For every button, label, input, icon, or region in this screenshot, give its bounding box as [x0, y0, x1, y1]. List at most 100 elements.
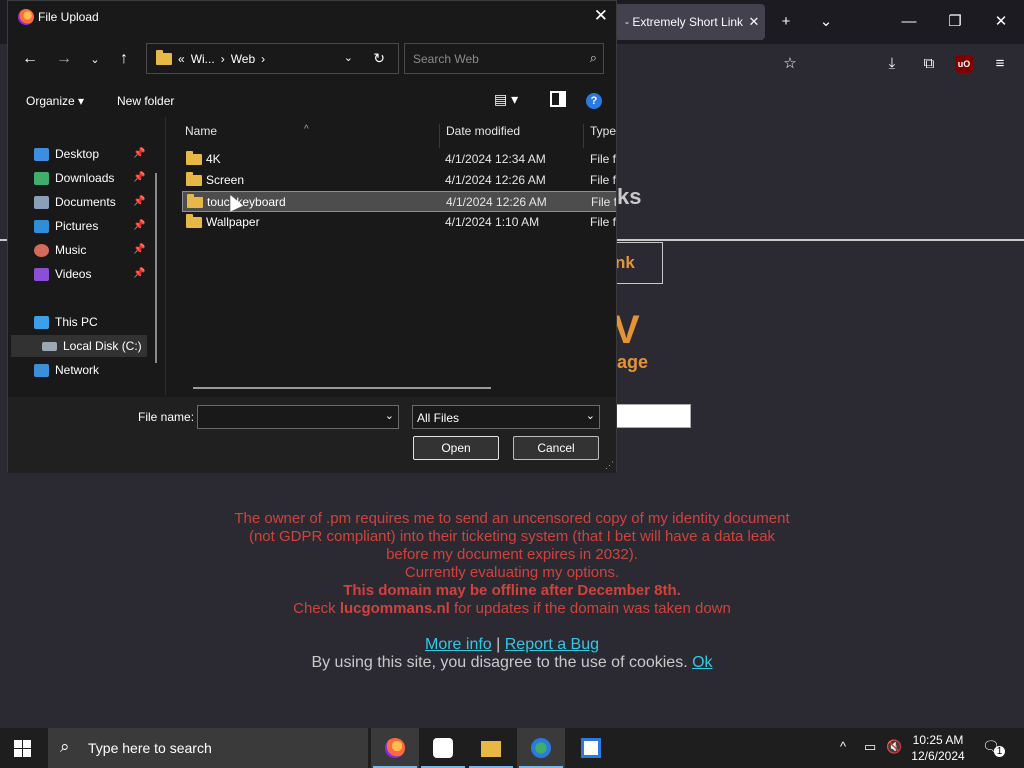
file-name: Screen [206, 173, 245, 187]
horizontal-scrollbar[interactable] [193, 387, 491, 389]
local-disk-icon [42, 342, 57, 351]
volume-muted-icon[interactable]: 🔇 [886, 739, 902, 755]
nav-item-pictures[interactable]: Pictures 📌 [8, 215, 158, 237]
nav-item-music[interactable]: Music 📌 [8, 239, 158, 261]
address-bar[interactable]: « Wi... › Web › ⌄ ↻ [146, 43, 399, 74]
nav-item-network[interactable]: Network [8, 359, 158, 381]
nav-pane-scrollbar[interactable] [155, 173, 157, 363]
column-divider[interactable] [583, 124, 584, 148]
file-row[interactable]: 4K 4/1/2024 12:34 AM File fo [182, 149, 616, 170]
clock[interactable]: 10:25 AM 12/6/2024 [904, 732, 972, 764]
nav-item-this-pc[interactable]: This PC [8, 311, 158, 333]
address-overflow[interactable]: « [178, 52, 185, 66]
dialog-close-button[interactable]: ✕ [594, 6, 608, 26]
file-row[interactable]: Screen 4/1/2024 12:26 AM File fo [182, 170, 616, 191]
file-date: 4/1/2024 12:26 AM [445, 173, 546, 187]
file-row-selected[interactable]: touchkeyboard 4/1/2024 12:26 AM File fo [182, 191, 616, 212]
page-big-title: V [613, 308, 640, 352]
forward-arrow-icon[interactable]: → [54, 50, 74, 68]
footer-links: More info | Report a Bug By using this s… [0, 636, 1024, 672]
browser-tab[interactable]: - Extremely Short Links ✕ [615, 4, 765, 40]
ublock-icon[interactable]: uO [955, 55, 973, 73]
new-tab-button[interactable]: + [775, 12, 797, 32]
column-divider[interactable] [439, 124, 440, 148]
minimize-button[interactable]: — [898, 12, 920, 32]
refresh-icon[interactable]: ↻ [373, 50, 385, 67]
change-view-icon[interactable]: ▤ ▾ [494, 91, 518, 108]
restore-button[interactable]: ❐ [944, 12, 966, 32]
dialog-title-bar[interactable]: File Upload ✕ [8, 1, 616, 33]
network-icon [34, 364, 49, 377]
windows-logo-icon [14, 740, 22, 748]
tab-list-button[interactable]: ⌄ [815, 12, 837, 32]
column-header-date[interactable]: Date modified [446, 124, 520, 138]
up-arrow-icon[interactable]: ↑ [114, 50, 134, 68]
cookie-ok-link[interactable]: Ok [692, 654, 712, 671]
nav-item-desktop[interactable]: Desktop 📌 [8, 143, 158, 165]
search-input[interactable]: Search Web [413, 52, 479, 66]
help-button[interactable]: ? [586, 93, 602, 109]
address-segment[interactable]: Web [231, 52, 255, 66]
preview-pane-icon[interactable] [550, 91, 566, 107]
notification-center-icon[interactable]: 1 🗨 [982, 738, 1005, 758]
chevron-down-icon[interactable]: ⌄ [385, 409, 394, 422]
cancel-button[interactable]: Cancel [513, 436, 599, 460]
dialog-toolbar: Organize ▾ New folder ▤ ▾ ? [8, 87, 616, 115]
extensions-icon[interactable]: ⧉ [918, 54, 940, 74]
nav-item-label: Music [55, 243, 87, 257]
network-status-icon[interactable]: ▭ [864, 739, 876, 755]
resize-grip-icon[interactable]: ⋰ [605, 460, 614, 471]
taskbar-capcut[interactable] [419, 728, 467, 768]
download-icon[interactable]: ⤓ [881, 54, 903, 74]
search-box[interactable]: Search Web ⌕ [404, 43, 604, 74]
domain-notice: The owner of .pm requires me to send an … [0, 510, 1024, 618]
nav-item-downloads[interactable]: Downloads 📌 [8, 167, 158, 189]
nav-item-documents[interactable]: Documents 📌 [8, 191, 158, 213]
report-bug-link[interactable]: Report a Bug [505, 636, 599, 653]
taskbar-file-explorer[interactable] [467, 728, 515, 768]
nav-item-label: Network [55, 363, 100, 377]
notice-line: before my document expires in 2032). [386, 546, 638, 563]
more-info-link[interactable]: More info [425, 636, 492, 653]
address-separator: › [220, 51, 225, 66]
taskbar-search-input[interactable]: Type here to search [88, 740, 212, 756]
file-name-input[interactable]: ⌄ [197, 405, 399, 429]
nav-item-label: This PC [55, 315, 98, 329]
nav-item-local-disk[interactable]: Local Disk (C:) [11, 335, 147, 357]
notification-count: 1 [994, 746, 1005, 757]
nav-item-videos[interactable]: Videos 📌 [8, 263, 158, 285]
start-button[interactable] [14, 740, 32, 758]
window-close-button[interactable]: ✕ [990, 12, 1012, 32]
taskbar-search[interactable]: ⌕ Type here to search [48, 728, 368, 768]
firefox-icon [18, 9, 34, 25]
taskbar-app-window[interactable] [567, 728, 615, 768]
file-type: File fo [590, 215, 616, 229]
url-input-field[interactable] [614, 404, 691, 428]
pictures-icon [34, 220, 49, 233]
windows-logo-icon [23, 749, 31, 757]
chevron-up-icon[interactable]: ^ [840, 739, 846, 754]
folder-icon [186, 172, 202, 186]
taskbar-network-tool[interactable] [517, 728, 565, 768]
desktop-icon [34, 148, 49, 161]
organize-button[interactable]: Organize ▾ [26, 94, 84, 108]
search-icon: ⌕ [589, 50, 597, 65]
file-row[interactable]: Wallpaper 4/1/2024 1:10 AM File fo [182, 212, 616, 233]
back-arrow-icon[interactable]: ← [20, 50, 40, 68]
address-segment[interactable]: Wi... [191, 52, 215, 66]
bookmark-star-icon[interactable]: ☆ [779, 54, 801, 74]
capcut-icon [433, 738, 453, 758]
tab-close-icon[interactable]: ✕ [743, 14, 765, 30]
file-type-select[interactable]: All Files ⌄ [412, 405, 600, 429]
column-header-name[interactable]: Name [185, 124, 217, 138]
new-folder-button[interactable]: New folder [117, 94, 174, 108]
menu-icon[interactable]: ≡ [989, 54, 1011, 74]
taskbar-firefox[interactable] [371, 728, 419, 768]
open-button[interactable]: Open [413, 436, 499, 460]
pin-icon: 📌 [133, 172, 146, 183]
recent-locations-icon[interactable]: ⌄ [85, 53, 105, 66]
address-dropdown-icon[interactable]: ⌄ [344, 51, 353, 64]
nav-item-label: Downloads [55, 171, 115, 185]
search-icon: ⌕ [60, 737, 70, 756]
column-header-type[interactable]: Type [590, 124, 616, 138]
